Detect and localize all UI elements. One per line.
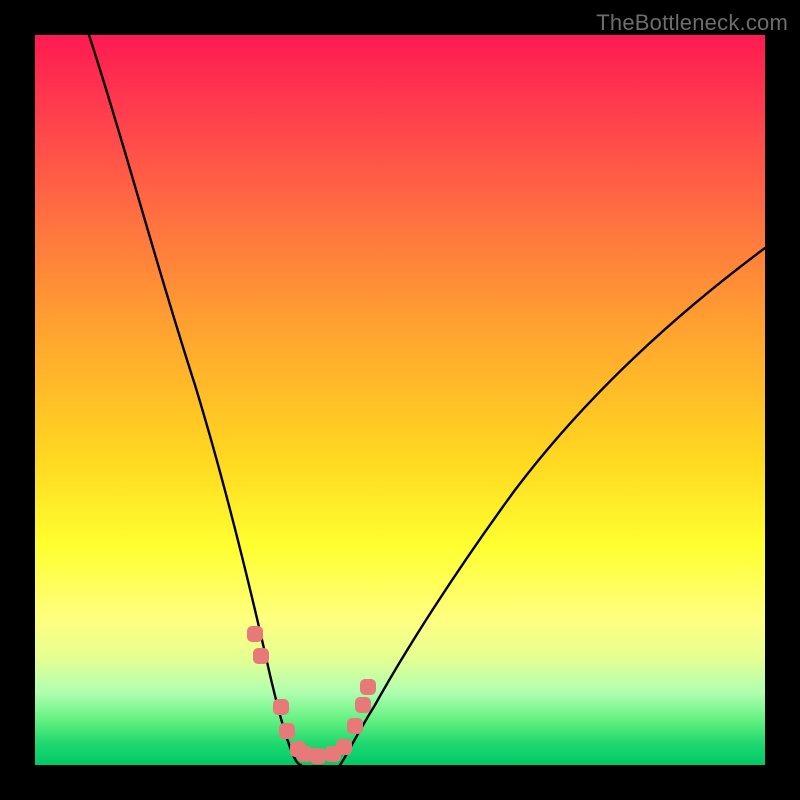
- watermark-text: TheBottleneck.com: [596, 10, 788, 36]
- chart-frame: TheBottleneck.com: [0, 0, 800, 800]
- gradient-background: [35, 35, 765, 765]
